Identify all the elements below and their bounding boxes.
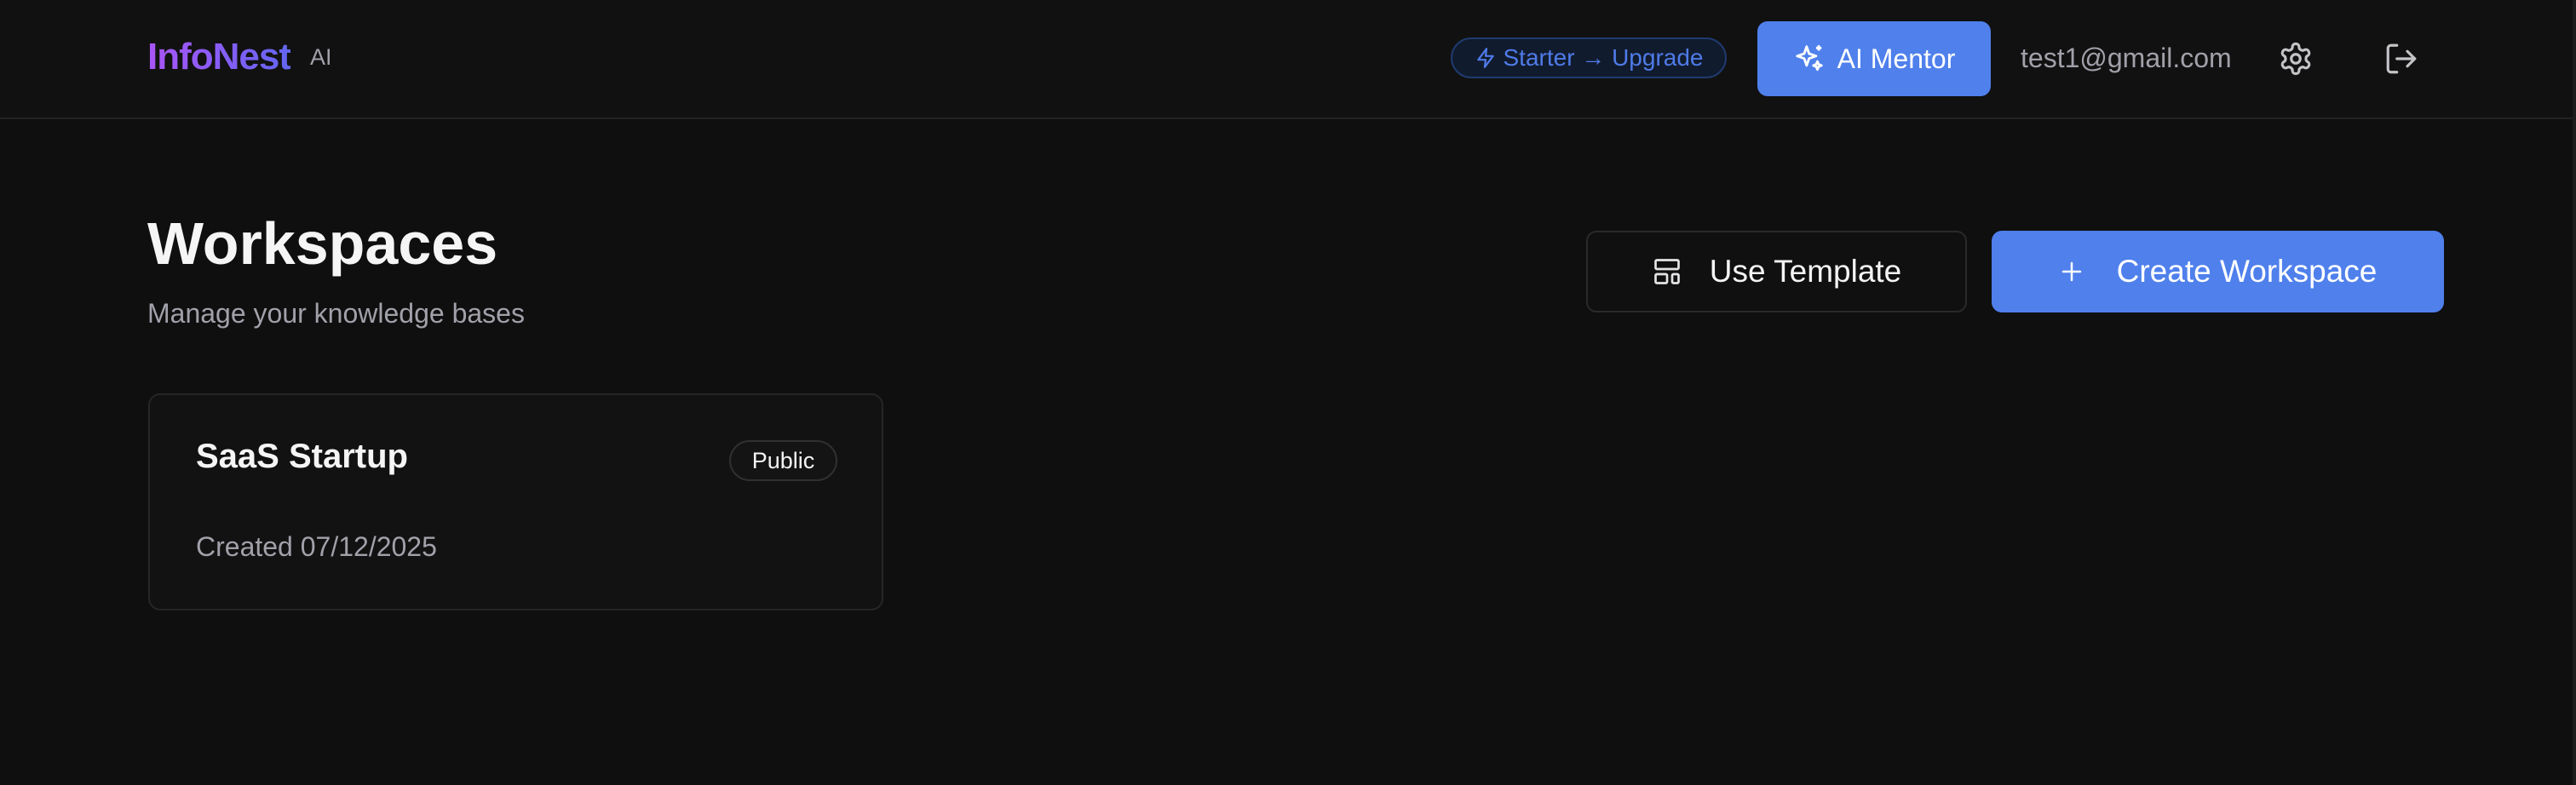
workspace-name: SaaS Startup xyxy=(196,438,408,475)
use-template-button[interactable]: Use Template xyxy=(1586,231,1967,312)
scrollbar-track[interactable] xyxy=(2573,0,2576,785)
plan-upgrade-label: Starter → Upgrade xyxy=(1503,44,1704,71)
plus-icon xyxy=(2061,261,2081,282)
plan-upgrade-badge[interactable]: Starter → Upgrade xyxy=(1451,37,1727,78)
ai-mentor-button[interactable]: AI Mentor xyxy=(1757,21,1991,96)
workspace-created-date: Created 07/12/2025 xyxy=(196,531,437,562)
user-email[interactable]: test1@gmail.com xyxy=(2021,43,2232,74)
layout-template-icon xyxy=(1653,259,1680,284)
logout-button[interactable] xyxy=(2382,39,2421,78)
ai-mentor-label: AI Mentor xyxy=(1837,43,1956,74)
bolt-icon xyxy=(1476,48,1494,68)
logout-icon xyxy=(2386,43,2417,74)
app-logo-suffix: AI xyxy=(310,44,332,70)
gear-icon xyxy=(2280,42,2311,76)
visibility-badge: Public xyxy=(729,440,837,481)
workspace-card[interactable]: SaaS Startup Public Created 07/12/2025 xyxy=(148,393,883,610)
top-navbar: InfoNest AI Starter → Upgrade AI Mentor … xyxy=(0,0,2576,119)
settings-button[interactable] xyxy=(2276,39,2315,78)
sparkles-icon xyxy=(1795,45,1823,72)
page-subtitle: Manage your knowledge bases xyxy=(147,298,525,329)
page-title: Workspaces xyxy=(147,210,498,277)
app-logo[interactable]: InfoNest xyxy=(147,36,291,78)
use-template-label: Use Template xyxy=(1709,254,1902,289)
create-workspace-label: Create Workspace xyxy=(2116,254,2378,289)
create-workspace-button[interactable]: Create Workspace xyxy=(1992,231,2444,312)
